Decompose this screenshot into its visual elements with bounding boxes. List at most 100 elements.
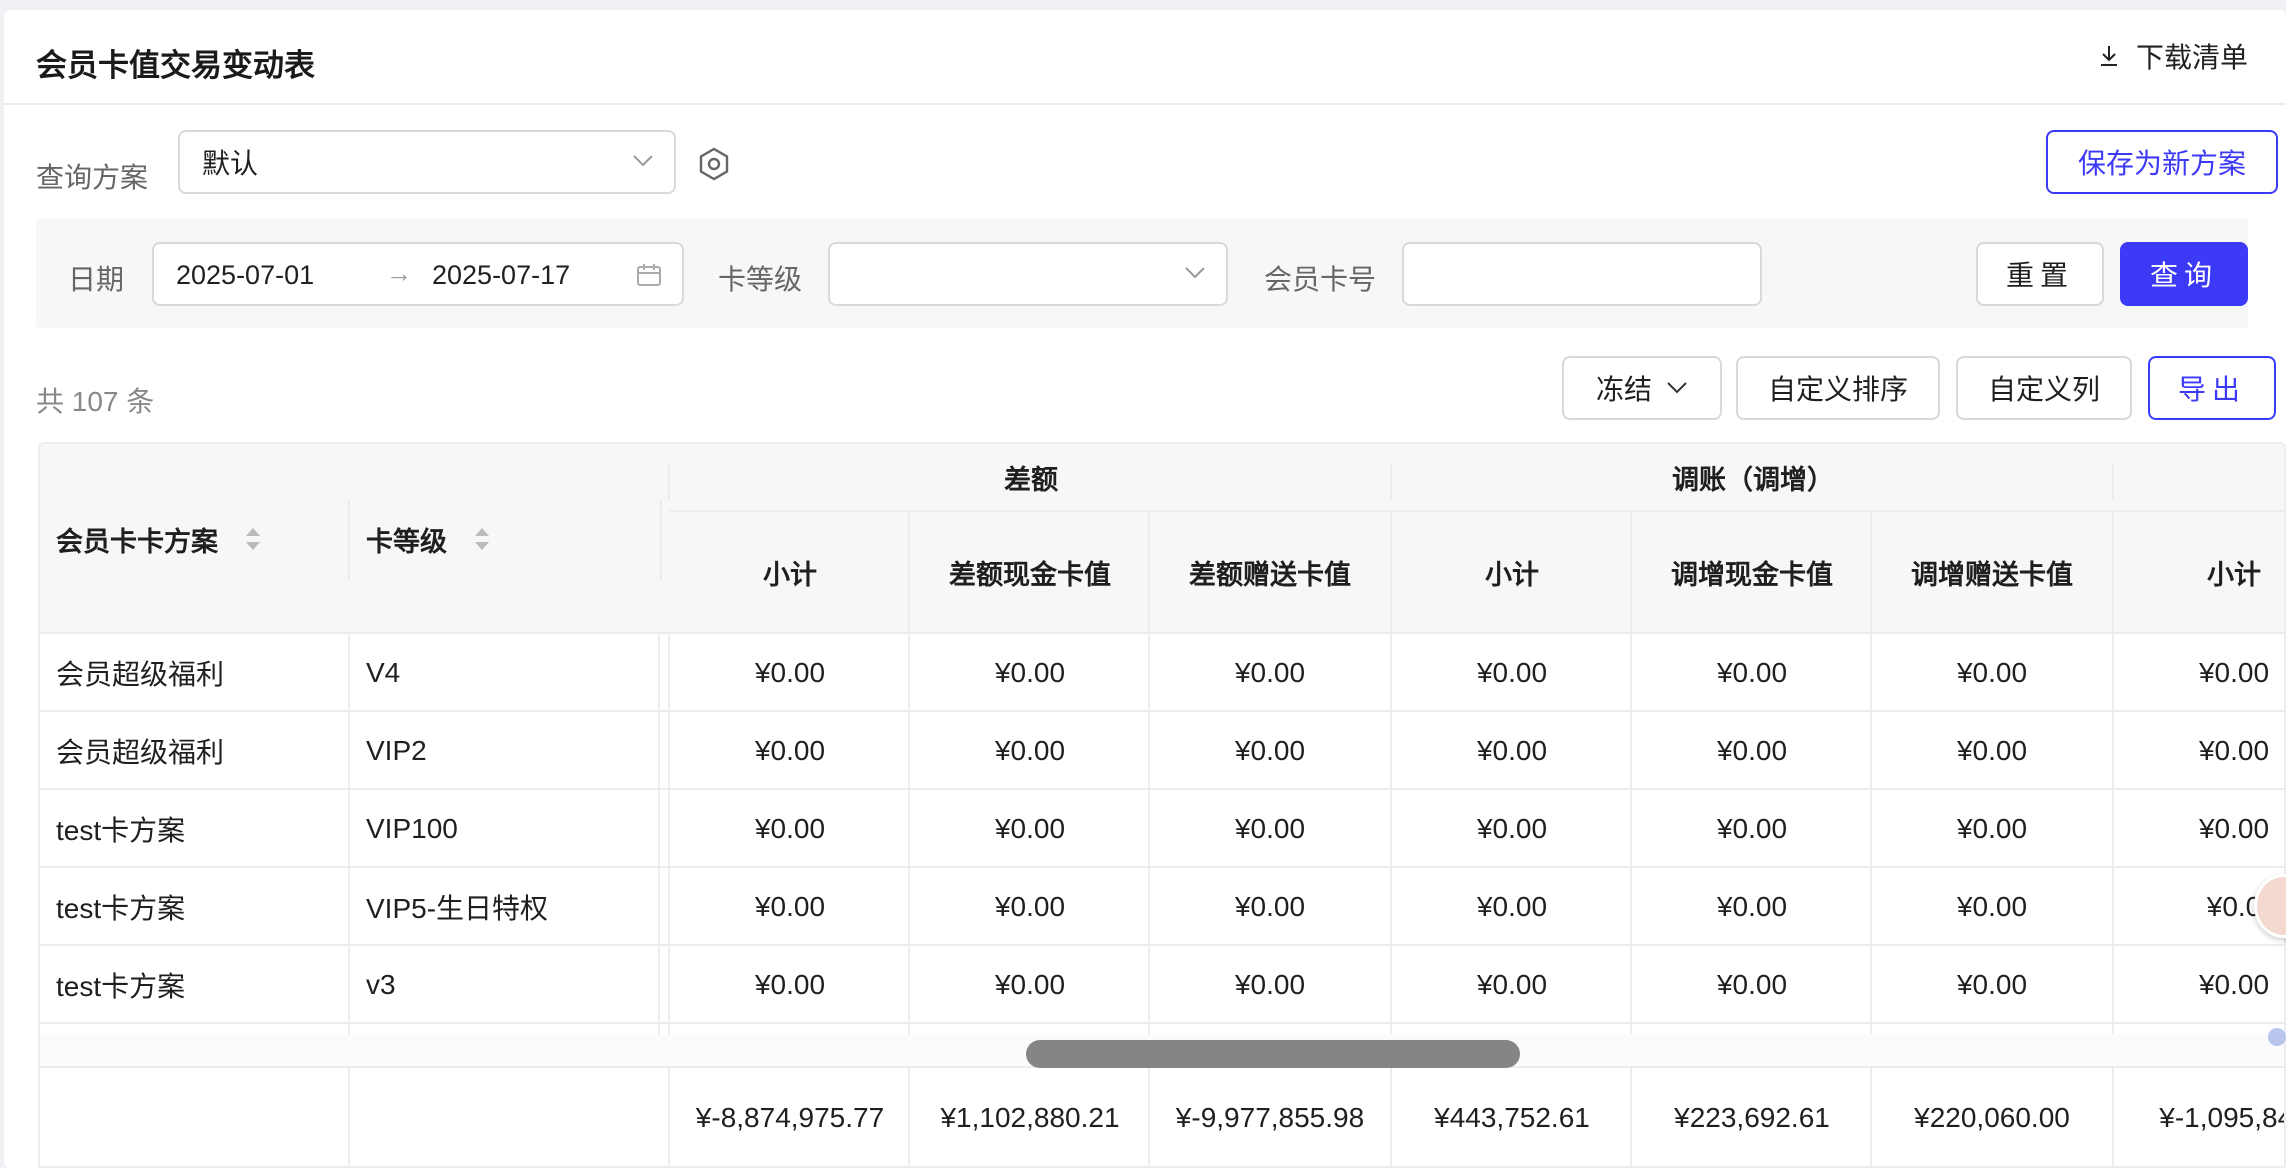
cell-amount: ¥0.00 [1716,891,1788,922]
column-header-sub: 小计 [1485,559,1539,590]
page-header: 会员卡值交易变动表 下载清单 [4,10,2286,105]
chevron-down-icon [1185,267,1205,279]
cell-amount: ¥0.00 [1956,891,2028,922]
scrollbar-thumb[interactable] [1026,1040,1520,1068]
cell-amount: ¥0.00 [2198,813,2270,844]
cell-amount: ¥0.00 [754,891,826,922]
cell-card-scheme: test卡方案 [56,815,186,846]
column-header-sub: 小计 [763,559,817,590]
cell-card-level: VIP100 [366,813,458,844]
grid-line [668,634,670,1034]
column-header-card-scheme[interactable]: 会员卡卡方案 [40,444,350,634]
column-header-sub: 小计 [2207,559,2261,590]
grid-line [908,1068,910,1166]
cell-card-scheme: test卡方案 [56,971,186,1002]
grid-line [1148,1068,1150,1166]
cell-amount: ¥0.00 [1234,657,1306,688]
grid-line [2112,1068,2114,1166]
cell-card-level: VIP2 [366,735,427,766]
grid-line [660,500,662,580]
grid-line [1390,634,1392,1034]
data-table: 会员卡卡方案 卡等级 差额 调账（调增） 小计 差额现金卡值 差额赠送卡值 小计 调增现… [38,442,2286,1168]
column-group-adjust-increase: 调账（调增） [1672,464,1834,495]
sort-icon[interactable] [473,524,491,554]
card-level-label: 卡等级 [718,264,803,295]
download-list-button[interactable]: 下载清单 [2096,36,2248,76]
card-number-input[interactable] [1402,242,1762,306]
column-header-sub: 调增赠送卡值 [1911,559,2073,590]
query-scheme-select[interactable]: 默认 [178,130,676,194]
cell-amount: ¥0.00 [994,813,1066,844]
grid-line [1390,1068,1392,1166]
grid-line [658,634,660,1034]
grid-line [348,1068,350,1166]
save-new-scheme-button[interactable]: 保存为新方案 [2046,130,2278,194]
cell-card-scheme: 会员超级福利 [56,737,225,768]
cell-amount: ¥0.00 [1956,657,2028,688]
cell-amount: ¥0.00 [754,657,826,688]
cell-amount: ¥0.00 [754,813,826,844]
column-header-card-level[interactable]: 卡等级 [350,444,660,634]
custom-columns-button[interactable]: 自定义列 [1956,356,2132,420]
grid-line [668,464,670,500]
cell-amount: ¥0.00 [2198,969,2270,1000]
filter-bar: 日期 2025-07-01 → 2025-07-17 卡等级 会员卡号 重置 查… [36,218,2248,328]
date-range-picker[interactable]: 2025-07-01 → 2025-07-17 [152,242,684,306]
download-list-label: 下载清单 [2135,42,2248,73]
cell-card-level: V4 [366,657,401,688]
total-count: 共 107 条 [36,386,155,417]
freeze-label: 冻结 [1595,374,1652,405]
cell-amount: ¥0.00 [2198,735,2270,766]
grid-line [40,866,2284,868]
reset-button[interactable]: 重置 [1976,242,2104,306]
grid-line [2112,464,2114,500]
cell-amount: ¥0.00 [2198,657,2270,688]
query-scheme-label: 查询方案 [36,162,149,193]
column-header-label: 会员卡卡方案 [56,526,218,557]
grid-line [1148,510,1150,634]
column-header-sub: 差额现金卡值 [949,559,1111,590]
date-arrow: → [386,258,412,288]
cell-amount: ¥0.00 [1234,813,1306,844]
cell-amount: ¥0.00 [1234,891,1306,922]
grid-line [1870,1068,1872,1166]
cell-amount: ¥0.00 [1956,813,2028,844]
grid-line [1870,510,1872,634]
grid-line [2112,510,2114,634]
grid-line [348,634,350,1034]
cell-amount: ¥0.00 [1476,813,1548,844]
cell-amount: ¥0.00 [1716,735,1788,766]
download-icon [2100,46,2117,66]
summary-cell: ¥-1,095,843 [2159,1102,2284,1133]
freeze-button[interactable]: 冻结 [1562,356,1722,420]
grid-line [1870,634,1872,1034]
scheme-settings-icon[interactable] [696,146,732,182]
sort-icon[interactable] [244,524,262,554]
date-start[interactable]: 2025-07-01 [176,260,314,291]
cell-card-scheme: 会员超级福利 [56,659,225,690]
grid-line [40,788,2284,790]
date-end[interactable]: 2025-07-17 [432,260,570,291]
grid-line [1390,510,1392,634]
horizontal-scrollbar[interactable] [40,1034,2284,1068]
grid-line [1148,634,1150,1034]
custom-sort-button[interactable]: 自定义排序 [1736,356,1940,420]
card-level-select[interactable] [828,242,1228,306]
calendar-icon [637,264,661,286]
query-button[interactable]: 查询 [2120,242,2248,306]
grid-line [40,944,2284,946]
cell-card-level: VIP5-生日特权 [366,893,549,924]
cell-amount: ¥0.00 [1956,969,2028,1000]
date-label: 日期 [68,264,125,295]
cell-amount: ¥0.00 [754,735,826,766]
export-button[interactable]: 导出 [2148,356,2276,420]
assistant-bubble-icon[interactable] [2268,1028,2286,1046]
chevron-down-icon [1667,382,1687,394]
cell-amount: ¥0.00 [994,891,1066,922]
grid-line [1390,464,1392,500]
grid-line [668,1068,670,1166]
column-header-sub: 调增现金卡值 [1671,559,1833,590]
cell-card-scheme: test卡方案 [56,893,186,924]
cell-amount: ¥0.00 [994,657,1066,688]
summary-cell: ¥1,102,880.21 [940,1102,1120,1133]
